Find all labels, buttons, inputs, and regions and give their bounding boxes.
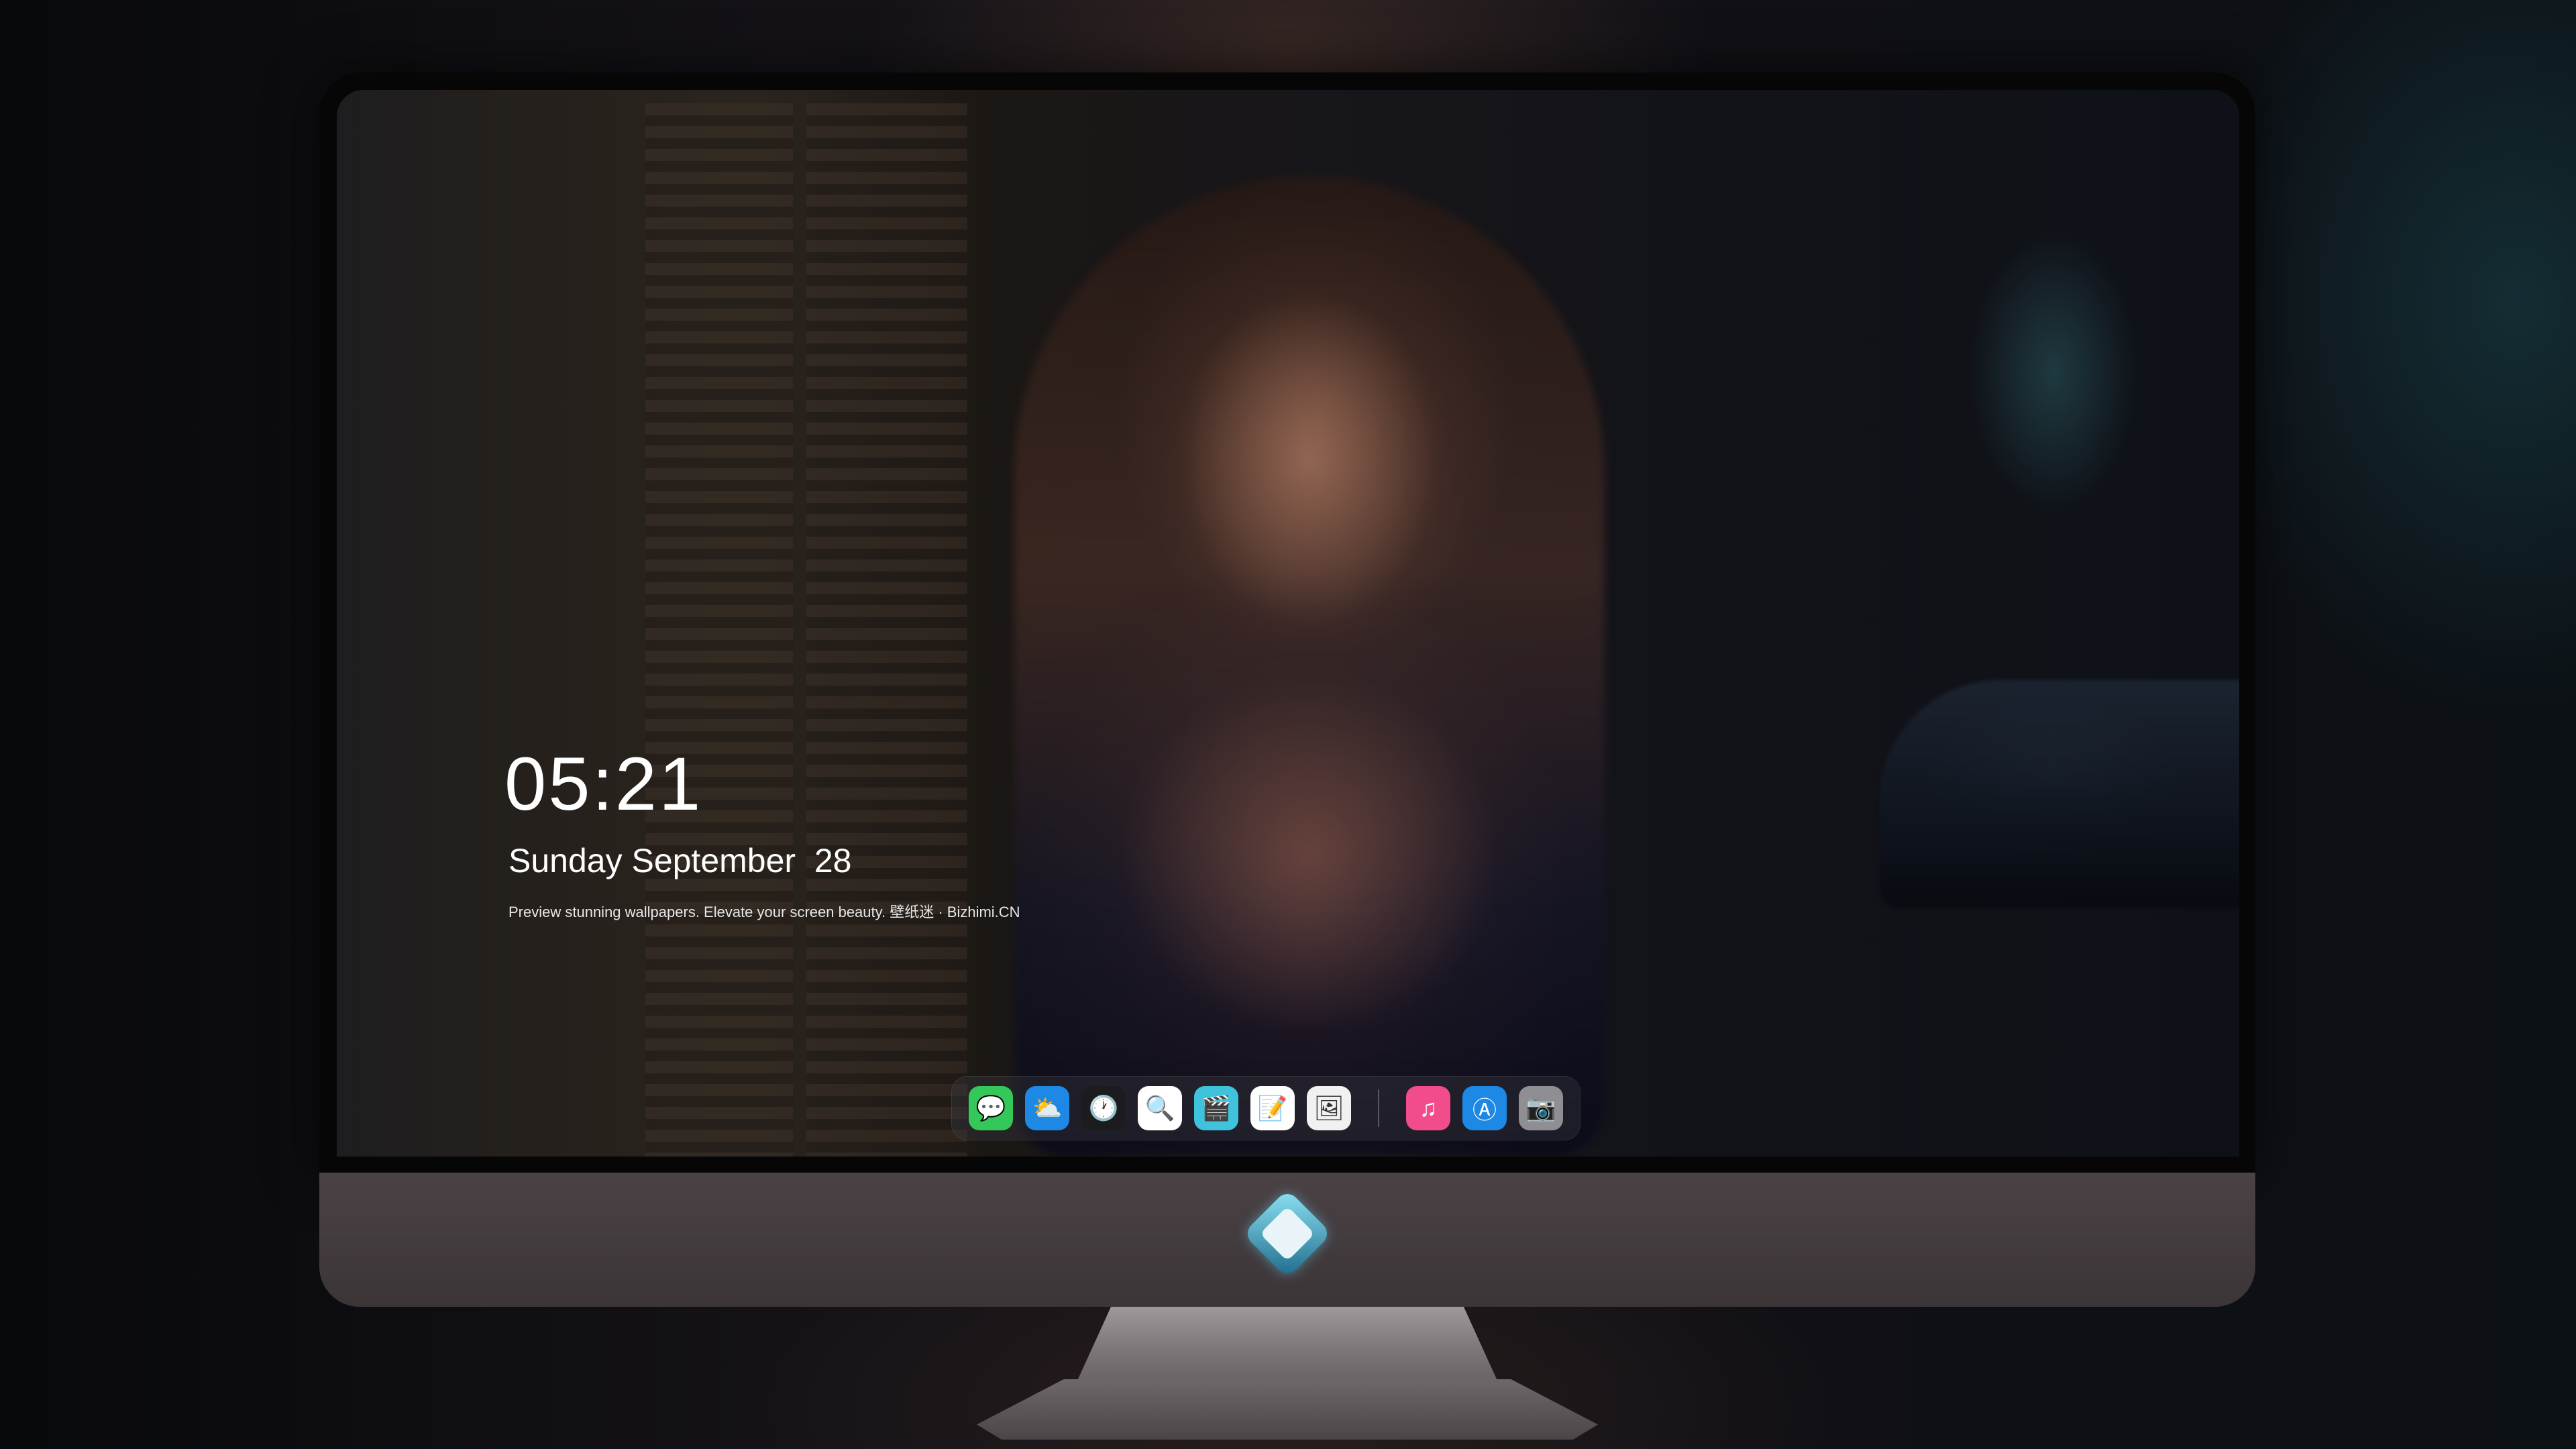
monitor-stand-base — [977, 1379, 1598, 1440]
clock-icon[interactable]: 🕐 — [1081, 1086, 1126, 1130]
preview-icon[interactable]: 🔍 — [1138, 1086, 1182, 1130]
monitor: 05:21 Sunday September 28 Preview stunni… — [319, 72, 2255, 1440]
music-icon[interactable]: ♫ — [1406, 1086, 1450, 1130]
screen: 05:21 Sunday September 28 Preview stunni… — [337, 90, 2239, 1157]
wallpaper-car — [1880, 680, 2239, 908]
logo-inner — [1259, 1205, 1316, 1262]
wallpaper-shutter-left — [645, 103, 793, 1157]
lockscreen-tagline: Preview stunning wallpapers. Elevate you… — [508, 904, 1020, 920]
weather-icon[interactable]: ⛅ — [1025, 1086, 1069, 1130]
wallpaper-shutter-right — [806, 103, 967, 1157]
messages-icon[interactable]: 💬 — [969, 1086, 1013, 1130]
lockscreen-date: Sunday September 28 — [508, 842, 852, 879]
dock-separator — [1378, 1089, 1379, 1127]
app-store-icon[interactable]: Ⓐ — [1462, 1086, 1507, 1130]
page: 05:21 Sunday September 28 Preview stunni… — [0, 0, 2576, 1449]
dock: 💬 ⛅ 🕐 🔍 🎬 📝 🖼 ♫ Ⓐ 📷 — [951, 1076, 1580, 1140]
photos-icon[interactable]: 🖼 — [1307, 1086, 1351, 1130]
clapper-icon[interactable]: 🎬 — [1194, 1086, 1238, 1130]
monitor-stand — [1077, 1307, 1497, 1381]
monitor-chin — [319, 1173, 2255, 1307]
notes-icon[interactable]: 📝 — [1250, 1086, 1295, 1130]
camera-icon[interactable]: 📷 — [1519, 1086, 1563, 1130]
wallpaper-figure — [1014, 177, 1605, 1157]
brand-logo-icon — [1242, 1189, 1332, 1279]
monitor-bezel: 05:21 Sunday September 28 Preview stunni… — [319, 72, 2255, 1173]
lockscreen-time: 05:21 — [504, 742, 703, 826]
